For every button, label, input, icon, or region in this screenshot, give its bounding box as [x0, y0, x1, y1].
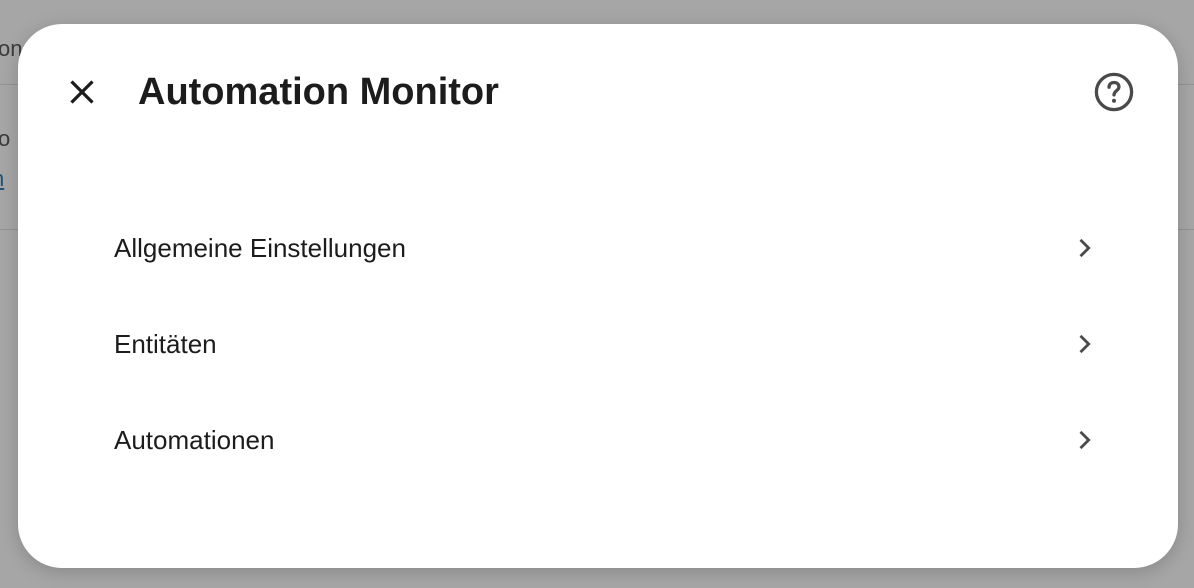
chevron-right-icon: [1079, 334, 1091, 354]
dialog-title: Automation Monitor: [138, 71, 499, 113]
menu-item-entitaeten[interactable]: Entitäten: [66, 296, 1130, 392]
settings-dialog: Automation Monitor Allgemeine Einstellun…: [18, 24, 1178, 568]
menu-item-automationen[interactable]: Automationen: [66, 392, 1130, 488]
dialog-header: Automation Monitor: [18, 24, 1178, 160]
menu-item-label: Allgemeine Einstellungen: [114, 232, 406, 263]
help-circle-icon: [1094, 72, 1134, 112]
background-text-mid: o: [0, 126, 11, 151]
menu-item-allgemeine-einstellungen[interactable]: Allgemeine Einstellungen: [66, 200, 1130, 296]
close-icon: [70, 80, 94, 104]
menu-item-label: Automationen: [114, 424, 275, 455]
close-button[interactable]: [58, 68, 106, 116]
menu-item-label: Entitäten: [114, 328, 217, 359]
chevron-right-icon: [1079, 430, 1091, 450]
background-link: n: [0, 166, 4, 192]
chevron-right-icon: [1079, 238, 1091, 258]
settings-menu: Allgemeine Einstellungen Entitäten Autom…: [66, 200, 1130, 488]
help-button[interactable]: [1090, 68, 1138, 116]
